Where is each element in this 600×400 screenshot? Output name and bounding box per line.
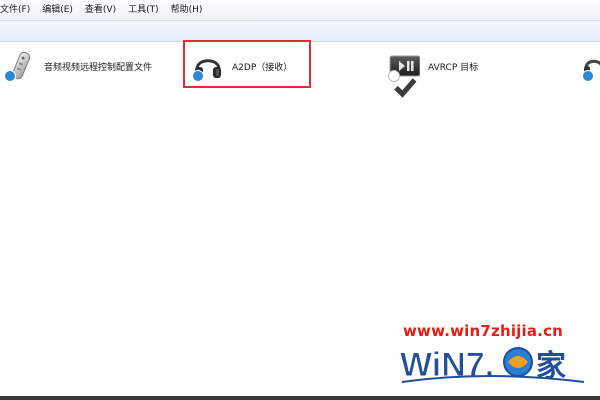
service-label: AVRCP 目标 — [428, 62, 479, 73]
headphones-icon — [192, 50, 224, 98]
menu-bar: 文件(F) 编辑(E) 查看(V) 工具(T) 帮助(H) — [0, 0, 600, 21]
headset-icon — [582, 50, 600, 98]
toolbar — [0, 21, 600, 42]
menu-file[interactable]: 文件(F) — [0, 0, 36, 20]
menu-help[interactable]: 帮助(H) — [165, 0, 209, 20]
remote-control-icon — [4, 50, 36, 98]
menu-tools[interactable]: 工具(T) — [122, 0, 165, 20]
check-badge-icon — [192, 70, 221, 98]
service-label: 音频视频远程控制配置文件 — [44, 62, 153, 73]
check-badge-icon — [582, 70, 600, 98]
service-avrcp-target[interactable]: AVRCP 目标 — [388, 46, 479, 98]
service-label: A2DP（接收） — [232, 62, 293, 73]
service-a2dp[interactable]: A2DP（接收） — [192, 46, 293, 98]
service-headset[interactable] — [582, 46, 600, 98]
watermark-logo: WiN7. 家 — [398, 340, 588, 386]
service-remote-control[interactable]: 音频视频远程控制配置文件 — [4, 46, 153, 98]
watermark-url: www.win7zhijia.cn — [403, 322, 564, 340]
check-badge-icon — [388, 70, 417, 98]
menu-view[interactable]: 查看(V) — [79, 0, 122, 20]
check-badge-icon — [4, 70, 33, 98]
media-player-icon — [388, 50, 420, 98]
menu-edit[interactable]: 编辑(E) — [36, 0, 79, 20]
bottom-edge — [0, 396, 600, 400]
